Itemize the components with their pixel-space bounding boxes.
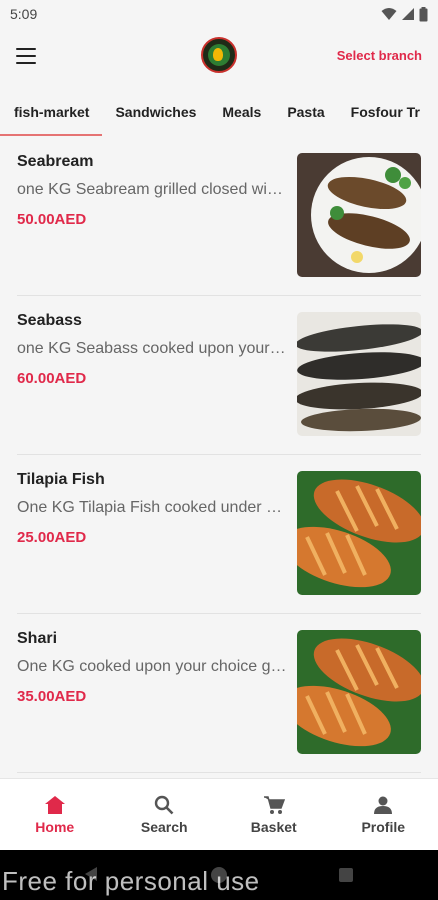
status-icons xyxy=(381,6,428,22)
signal-icon xyxy=(402,8,414,20)
watermark-text: Free for personal use xyxy=(2,866,260,896)
product-list: Seabream one KG Seabream grilled closed … xyxy=(0,137,438,773)
item-name: Tilapia Fish xyxy=(17,471,105,488)
item-image xyxy=(297,153,421,277)
status-bar: 5:09 xyxy=(0,0,438,28)
list-item[interactable]: Shari One KG cooked upon your choice gri… xyxy=(17,614,421,773)
nav-profile-label: Profile xyxy=(361,818,406,835)
item-description: one KG Seabass cooked upon your choice xyxy=(17,340,287,357)
bottom-nav: Home Search Basket Profile xyxy=(0,778,438,850)
tab-fish-market[interactable]: fish-market xyxy=(0,92,103,136)
recents-icon[interactable] xyxy=(338,867,354,883)
brand-logo xyxy=(201,37,237,73)
list-item[interactable]: Seabream one KG Seabream grilled closed … xyxy=(17,137,421,296)
tab-fosfour[interactable]: Fosfour Tr xyxy=(338,92,433,136)
item-description: One KG cooked upon your choice grilled xyxy=(17,658,287,675)
item-price: 35.00AED xyxy=(17,688,87,705)
item-image xyxy=(297,312,421,436)
nav-basket[interactable]: Basket xyxy=(219,779,329,850)
tab-pasta[interactable]: Pasta xyxy=(274,92,337,136)
nav-home[interactable]: Home xyxy=(0,779,110,850)
item-image xyxy=(297,471,421,595)
home-icon xyxy=(44,795,65,814)
nav-home-label: Home xyxy=(35,818,75,835)
item-name: Seabass xyxy=(17,312,82,329)
nav-search[interactable]: Search xyxy=(110,779,220,850)
list-item[interactable]: Seabass one KG Seabass cooked upon your … xyxy=(17,296,421,455)
item-price: 25.00AED xyxy=(17,529,87,546)
cart-icon xyxy=(263,795,285,814)
list-item[interactable]: Tilapia Fish One KG Tilapia Fish cooked … xyxy=(17,455,421,614)
tab-sandwiches[interactable]: Sandwiches xyxy=(102,92,209,136)
status-time: 5:09 xyxy=(10,6,38,22)
item-name: Seabream xyxy=(17,153,94,170)
app-bar: Select branch xyxy=(0,28,438,84)
menu-icon[interactable] xyxy=(14,46,38,66)
item-price: 60.00AED xyxy=(17,370,87,387)
item-description: One KG Tilapia Fish cooked under your xyxy=(17,499,287,516)
item-price: 50.00AED xyxy=(17,211,87,228)
nav-search-label: Search xyxy=(140,818,188,835)
wifi-icon xyxy=(381,8,397,20)
category-tabs: fish-market Sandwiches Meals Pasta Fosfo… xyxy=(0,92,438,136)
item-name: Shari xyxy=(17,630,58,647)
person-icon xyxy=(374,796,393,814)
search-icon xyxy=(155,795,174,814)
select-branch-button[interactable]: Select branch xyxy=(337,48,422,63)
battery-icon xyxy=(419,6,428,21)
item-image xyxy=(297,630,421,754)
tab-meals[interactable]: Meals xyxy=(209,92,274,136)
nav-profile[interactable]: Profile xyxy=(329,779,438,850)
item-description: one KG Seabream grilled closed with... xyxy=(17,181,287,198)
nav-basket-label: Basket xyxy=(250,818,297,835)
